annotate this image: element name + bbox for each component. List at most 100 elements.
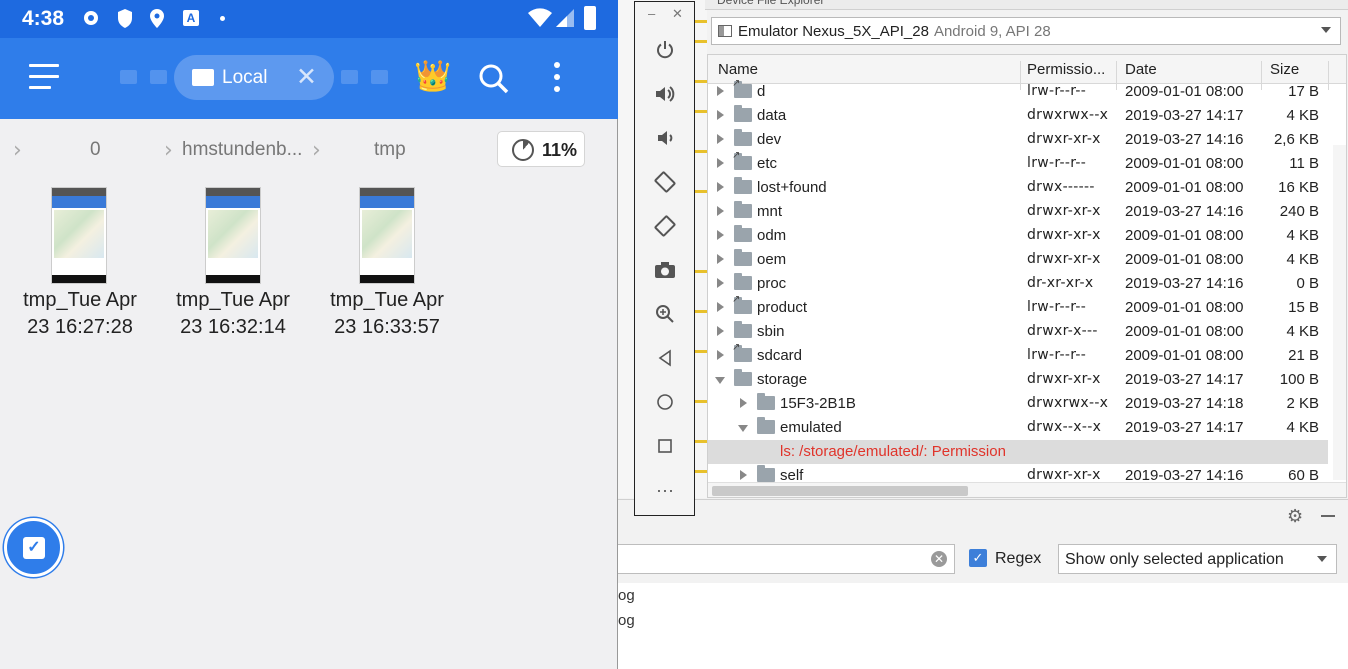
date-cell: 2019-03-27 14:17: [1125, 419, 1244, 436]
volume-up-icon[interactable]: [650, 79, 680, 109]
expand-right-icon[interactable]: [717, 86, 724, 96]
tree-row[interactable]: sbin drwxr-x--- 2009-01-01 08:00 4 KB: [708, 320, 1328, 344]
more-icon[interactable]: ···: [650, 475, 680, 505]
window-icon[interactable]: [341, 70, 358, 84]
column-permissions[interactable]: Permissio...: [1027, 61, 1105, 78]
file-tree[interactable]: Name Permissio... Date Size d lrw-r--r-- 2…: [707, 54, 1347, 498]
home-icon[interactable]: [650, 387, 680, 417]
expand-right-icon[interactable]: [717, 326, 724, 336]
file-thumbnail[interactable]: [51, 187, 107, 284]
device-detail: Android 9, API 28: [933, 22, 1051, 40]
log-search-input[interactable]: ✕: [617, 544, 955, 574]
crown-icon[interactable]: 👑: [414, 59, 451, 94]
breadcrumb-item[interactable]: hmstundenb...: [182, 139, 302, 161]
breadcrumb-item[interactable]: tmp: [374, 139, 406, 161]
tree-row[interactable]: mnt drwxr-xr-x 2019-03-27 14:16 240 B: [708, 200, 1328, 224]
tree-row[interactable]: data drwxrwx--x 2019-03-27 14:17 4 KB: [708, 104, 1328, 128]
camera-icon[interactable]: [650, 255, 680, 285]
file-name[interactable]: tmp_Tue Apr 23 16:27:28: [0, 287, 160, 341]
column-date[interactable]: Date: [1125, 61, 1157, 78]
size-cell: 4 KB: [1286, 419, 1319, 436]
expand-right-icon[interactable]: [717, 230, 724, 240]
search-icon[interactable]: [478, 63, 509, 94]
size-cell: 4 KB: [1286, 227, 1319, 244]
tree-row[interactable]: emulated drwx--x--x 2019-03-27 14:17 4 KB: [708, 416, 1328, 440]
expand-right-icon[interactable]: [740, 398, 747, 408]
tree-row[interactable]: storage drwxr-xr-x 2019-03-27 14:17 100 B: [708, 368, 1328, 392]
tree-row[interactable]: proc dr-xr-xr-x 2019-03-27 14:16 0 B: [708, 272, 1328, 296]
tree-row[interactable]: dev drwxr-xr-x 2019-03-27 14:16 2,6 KB: [708, 128, 1328, 152]
window-icon[interactable]: [371, 70, 388, 84]
breadcrumb-item[interactable]: 0: [90, 139, 101, 161]
file-thumbnail[interactable]: [359, 187, 415, 284]
more-vert-icon[interactable]: [554, 62, 560, 98]
expand-right-icon[interactable]: [717, 350, 724, 360]
folder-icon: [734, 321, 752, 338]
tree-row[interactable]: sdcard lrw-r--r-- 2009-01-01 08:00 21 B: [708, 342, 1328, 368]
permissions-cell: drwx------: [1027, 179, 1095, 195]
device-icon: [718, 25, 732, 37]
expand-right-icon[interactable]: [717, 206, 724, 216]
file-name[interactable]: tmp_Tue Apr 23 16:32:14: [153, 287, 313, 341]
tree-row[interactable]: odm drwxr-xr-x 2009-01-01 08:00 4 KB: [708, 224, 1328, 248]
error-row[interactable]: ls: /storage/emulated/: Permission: [708, 440, 1328, 464]
tab-local[interactable]: Local ✕: [174, 55, 334, 100]
tree-row[interactable]: etc lrw-r--r-- 2009-01-01 08:00 11 B: [708, 150, 1328, 176]
file-thumbnail[interactable]: [205, 187, 261, 284]
minimize-icon[interactable]: [1321, 515, 1335, 517]
date-cell: 2009-01-01 08:00: [1125, 299, 1244, 316]
rotate-left-icon[interactable]: [650, 167, 680, 197]
permissions-cell: drwxr-xr-x: [1027, 371, 1101, 387]
vertical-scrollbar[interactable]: [1333, 145, 1346, 480]
storage-usage-badge[interactable]: 11%: [497, 131, 585, 167]
file-name-cell: odm: [757, 227, 787, 244]
zoom-icon[interactable]: [650, 299, 680, 329]
power-icon[interactable]: [650, 35, 680, 65]
file-name-cell: d: [757, 83, 766, 100]
file-name[interactable]: tmp_Tue Apr 23 16:33:57: [307, 287, 467, 341]
column-size[interactable]: Size: [1270, 61, 1299, 78]
column-name[interactable]: Name: [718, 61, 758, 78]
expand-down-icon[interactable]: [715, 377, 725, 384]
file-name-cell: product: [757, 299, 808, 316]
overview-icon[interactable]: [650, 431, 680, 461]
expand-right-icon[interactable]: [717, 134, 724, 144]
folder-icon: [734, 129, 752, 146]
volume-down-icon[interactable]: [650, 123, 680, 153]
back-icon[interactable]: [650, 343, 680, 373]
tree-row[interactable]: oem drwxr-xr-x 2009-01-01 08:00 4 KB: [708, 248, 1328, 272]
floating-action-button[interactable]: ✓: [4, 518, 63, 577]
tree-row[interactable]: lost+found drwx------ 2009-01-01 08:00 16 K…: [708, 176, 1328, 200]
regex-checkbox[interactable]: ✓: [969, 549, 987, 567]
expand-right-icon[interactable]: [717, 278, 724, 288]
expand-right-icon[interactable]: [717, 110, 724, 120]
close-tab-icon[interactable]: ✕: [296, 62, 317, 92]
tree-row[interactable]: 15F3-2B1B drwxrwx--x 2019-03-27 14:18 2 KB: [708, 392, 1328, 416]
tree-row[interactable]: d lrw-r--r-- 2009-01-01 08:00 17 B: [708, 78, 1328, 104]
app-filter-dropdown[interactable]: Show only selected application: [1058, 544, 1337, 574]
close-icon[interactable]: ✕: [672, 6, 683, 22]
expand-right-icon[interactable]: [717, 254, 724, 264]
device-dropdown[interactable]: Emulator Nexus_5X_API_28 Android 9, API …: [711, 17, 1341, 45]
expand-right-icon[interactable]: [740, 470, 747, 480]
rotate-right-icon[interactable]: [650, 211, 680, 241]
permissions-cell: drwxr-xr-x: [1027, 467, 1101, 483]
menu-icon[interactable]: [29, 64, 59, 97]
minimize-icon[interactable]: –: [648, 6, 655, 21]
logcat-output[interactable]: og og: [617, 583, 1348, 669]
clear-icon[interactable]: ✕: [931, 551, 947, 567]
expand-down-icon[interactable]: [738, 425, 748, 432]
expand-right-icon[interactable]: [717, 182, 724, 192]
permissions-cell: lrw-r--r--: [1027, 83, 1087, 99]
horizontal-scrollbar[interactable]: [708, 482, 1346, 497]
folder-icon: [734, 273, 752, 290]
expand-right-icon[interactable]: [717, 158, 724, 168]
gear-icon[interactable]: ⚙: [1287, 506, 1303, 527]
size-cell: 21 B: [1288, 347, 1319, 364]
expand-right-icon[interactable]: [717, 302, 724, 312]
window-icon[interactable]: [120, 70, 137, 84]
tree-row[interactable]: product lrw-r--r-- 2009-01-01 08:00 15 B: [708, 294, 1328, 320]
window-icon[interactable]: [150, 70, 167, 84]
date-cell: 2019-03-27 14:18: [1125, 395, 1244, 412]
permissions-cell: lrw-r--r--: [1027, 155, 1087, 171]
